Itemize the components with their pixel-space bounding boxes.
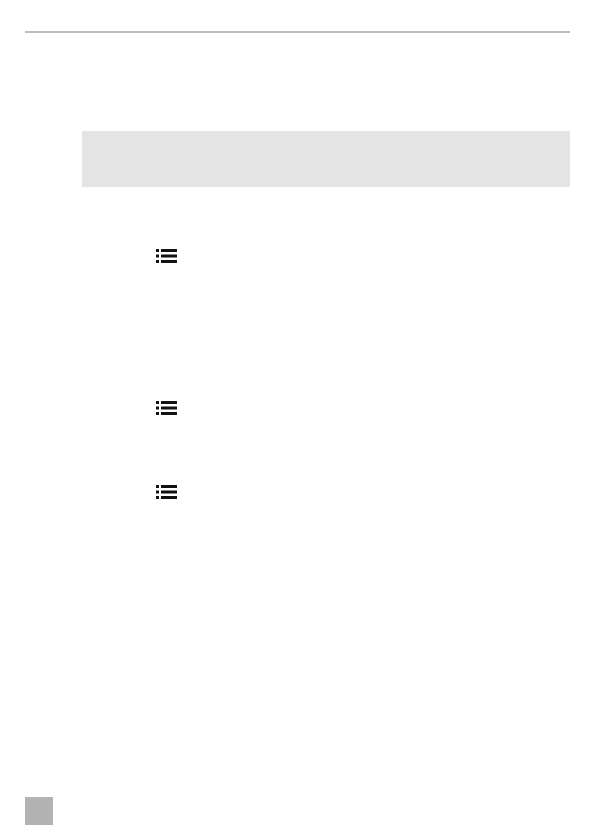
- list-icon: [156, 249, 178, 263]
- note-box: [82, 131, 570, 187]
- list-icon: [156, 485, 178, 499]
- list-icon: [156, 401, 178, 415]
- page-marker: [25, 797, 53, 825]
- header-rule: [25, 31, 570, 33]
